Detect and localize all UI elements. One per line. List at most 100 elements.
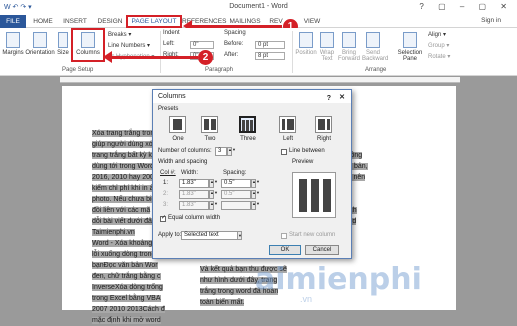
col-1-spacing-input[interactable]: 0.5" xyxy=(221,179,251,188)
columns-label: Columns xyxy=(76,50,100,56)
help-button[interactable]: ? xyxy=(327,92,331,105)
columns-button[interactable]: Columns xyxy=(74,32,102,56)
col-1-width-input[interactable]: 1.83" xyxy=(179,179,209,188)
preset-left[interactable] xyxy=(279,116,296,133)
tab-view[interactable]: VIEW xyxy=(302,15,322,28)
ok-button[interactable]: OK xyxy=(269,245,301,255)
spacing-after-input[interactable]: 8 pt xyxy=(255,52,285,60)
tab-page-layout[interactable]: PAGE LAYOUT xyxy=(126,15,182,28)
document-line-text: toàn biến mất. xyxy=(200,299,245,306)
equal-width-label: Equal column width xyxy=(168,215,221,221)
group-page-setup-label: Page Setup xyxy=(62,67,94,73)
document-line-text: Taimienphi.vn xyxy=(92,229,135,236)
document-line: đen, chữ trắng bằng c xyxy=(92,271,165,282)
selection-pane-icon xyxy=(403,32,417,48)
tab-design[interactable]: DESIGN xyxy=(94,15,126,28)
group-separator xyxy=(292,31,293,73)
document-line-text: đồi liền với các mã xyxy=(92,207,151,214)
line-numbers-button[interactable]: Line Numbers ▾ xyxy=(108,42,150,49)
document-line-text: 2016, 2010 hay 2007 xyxy=(92,174,158,181)
wrap-text-button[interactable]: Wrap Text xyxy=(318,32,336,62)
equal-width-checkbox[interactable] xyxy=(160,214,166,222)
number-of-columns-input[interactable]: 3 xyxy=(215,147,227,156)
horizontal-ruler[interactable] xyxy=(60,77,460,83)
preset-three[interactable] xyxy=(239,116,256,133)
send-backward-label: Send Backward xyxy=(362,50,389,62)
col-1-spacing-spinner[interactable]: ▲▼ xyxy=(251,179,260,188)
window-controls[interactable]: ? ▢ – ▢ ✕ xyxy=(419,2,513,11)
preset-one[interactable] xyxy=(169,116,186,133)
document-line-text: dùng tới trong Word xyxy=(92,163,155,170)
col-3-spacing-input[interactable] xyxy=(221,201,251,210)
indent-left-label: Left: xyxy=(163,41,175,47)
tab-home[interactable]: HOME xyxy=(30,15,56,28)
spacing-label: Spacing xyxy=(224,30,246,36)
preset-three-label: Three xyxy=(240,136,256,142)
number-of-columns-spinner[interactable]: ▲▼ xyxy=(227,147,236,156)
width-header: Width: xyxy=(181,170,199,176)
preset-right[interactable] xyxy=(315,116,332,133)
col-1-width-spinner[interactable]: ▲▼ xyxy=(209,179,218,188)
breaks-button[interactable]: Breaks ▾ xyxy=(108,31,131,38)
bring-forward-button[interactable]: Bring Forward xyxy=(338,32,360,62)
col-header: Col #: xyxy=(160,170,176,176)
start-new-column-label: Start new column xyxy=(289,232,336,238)
cancel-button[interactable]: Cancel xyxy=(305,245,339,255)
group-button[interactable]: Group ▾ xyxy=(428,42,449,49)
align-button[interactable]: Align ▾ xyxy=(428,31,446,38)
chevron-down-icon[interactable]: ▼ xyxy=(237,231,242,240)
size-label: Size xyxy=(57,50,69,56)
sign-in-link[interactable]: Sign in xyxy=(481,17,501,24)
col-2-width-spinner[interactable]: ▲▼ xyxy=(209,190,218,199)
ribbon: Margins Orientation Size Columns Breaks … xyxy=(0,28,517,76)
position-icon xyxy=(299,32,313,48)
col-2-spacing-spinner[interactable]: ▲▼ xyxy=(251,190,260,199)
group-paragraph-label: Paragraph xyxy=(205,67,234,73)
document-line: trong Excel bằng VBA xyxy=(92,293,165,304)
line-between-checkbox[interactable] xyxy=(281,149,287,155)
size-button[interactable]: Size xyxy=(56,32,70,56)
send-backward-icon xyxy=(366,32,380,48)
width-spacing-label: Width and spacing xyxy=(158,159,208,165)
margins-label: Margins xyxy=(2,50,24,56)
position-button[interactable]: Position xyxy=(295,32,317,56)
document-line-text: InverseXóa dòng trống xyxy=(92,284,163,291)
col-3-width-input[interactable]: 1.83" xyxy=(179,201,209,210)
indent-left-input[interactable]: 0" xyxy=(190,41,214,49)
preset-two[interactable] xyxy=(201,116,218,133)
col-3-width-spinner[interactable]: ▲▼ xyxy=(209,201,218,210)
indent-label: Indent xyxy=(163,30,180,36)
preset-one-label: One xyxy=(172,136,184,142)
number-of-columns-label: Number of columns: xyxy=(158,148,212,154)
orientation-label: Orientation xyxy=(25,50,55,56)
selection-pane-button[interactable]: Selection Pane xyxy=(397,32,423,62)
bring-forward-label: Bring Forward xyxy=(338,50,361,62)
presets-label: Presets xyxy=(158,106,179,112)
tab-file[interactable]: FILE xyxy=(0,15,26,28)
apply-to-select[interactable]: Selected text xyxy=(181,231,241,240)
rotate-button[interactable]: Rotate ▾ xyxy=(428,53,450,60)
close-button[interactable]: ✕ xyxy=(339,91,345,104)
group-arrange-label: Arrange xyxy=(365,67,387,73)
document-line-text: Word - Xóa khoảng tr xyxy=(92,240,159,247)
document-line-text: trong Excel bằng VBA xyxy=(92,295,161,302)
document-line: bạnĐọc văn bản Wor xyxy=(92,260,165,271)
spacing-before-input[interactable]: 0 pt xyxy=(255,41,285,49)
col-3-spacing-spinner[interactable]: ▲▼ xyxy=(251,201,260,210)
tab-insert[interactable]: INSERT xyxy=(60,15,90,28)
start-new-column-checkbox[interactable] xyxy=(281,233,287,239)
columns-dialog: Columns ? ✕ Presets One Two Three Left R… xyxy=(152,89,352,259)
document-line: toàn biến mất. xyxy=(200,297,287,308)
orientation-button[interactable]: Orientation xyxy=(25,32,55,56)
document-line-text: dỗi bài viết dưới đây xyxy=(92,218,156,225)
dialog-title-bar: Columns ? ✕ xyxy=(153,90,351,103)
margins-button[interactable]: Margins xyxy=(2,32,24,56)
preview-label: Preview xyxy=(292,159,314,165)
col-2-width-input[interactable]: 1.83" xyxy=(179,190,209,199)
wrap-text-icon xyxy=(320,32,334,48)
col-2-spacing-input[interactable]: 0.5" xyxy=(221,190,251,199)
document-line-text: mặc định khi mở word xyxy=(92,317,161,324)
send-backward-button[interactable]: Send Backward xyxy=(362,32,388,62)
document-line: mặc định khi mở word xyxy=(92,315,165,326)
preview-box xyxy=(292,172,336,218)
